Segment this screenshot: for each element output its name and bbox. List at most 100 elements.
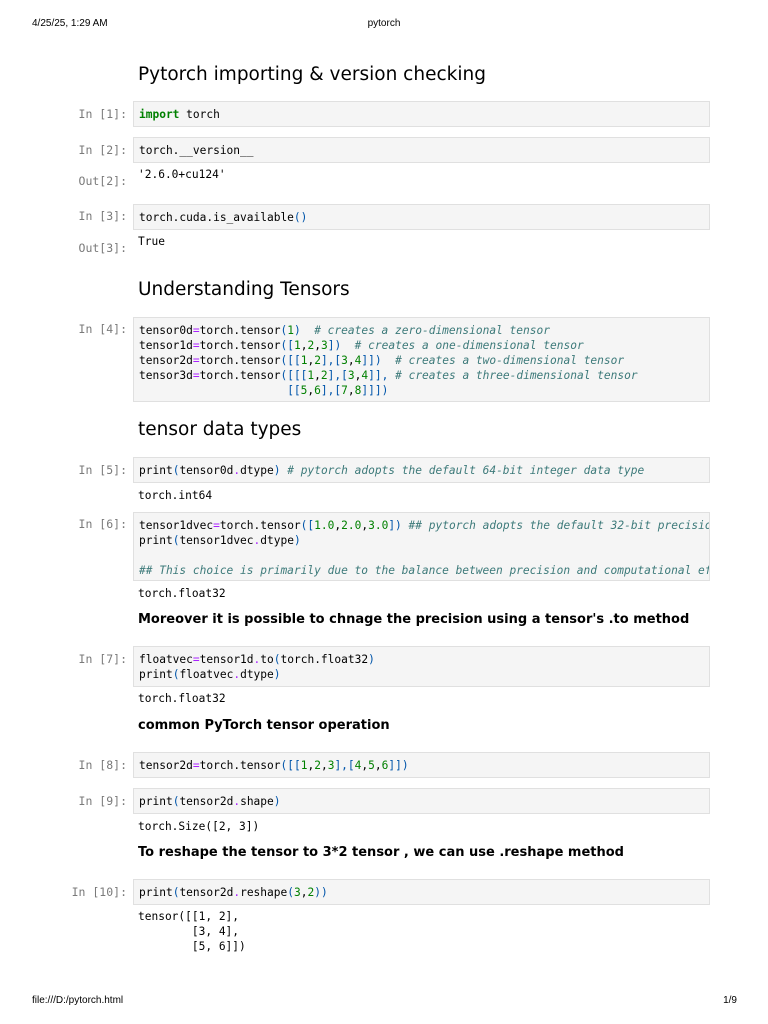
code-token: ]]) [388, 759, 409, 772]
code-token: ([[[ [280, 369, 308, 382]
code-token: tensor2d [139, 759, 193, 772]
code-comment: ## This choice is primarily due to the b… [139, 564, 710, 577]
code-comment: ## pytorch adopts the default 32-bit pre… [408, 519, 710, 532]
code-token: reshape [240, 886, 288, 899]
code-token: tensor1d [139, 339, 193, 352]
code-token: torch.tensor [199, 759, 281, 772]
code-cell[interactable]: print(tensor0d.dtype) # pytorch adopts t… [133, 457, 710, 483]
markdown-text: Moreover it is possible to chnage the pr… [138, 612, 690, 627]
code-cell[interactable]: print(tensor2d.reshape(3,2)) [133, 879, 710, 905]
code-token: to [260, 653, 274, 666]
code-token: dtype [240, 668, 274, 681]
code-token: , [347, 384, 355, 397]
code-token: tensor2d [139, 354, 193, 367]
code-token: ) [273, 464, 281, 477]
code-token: () [293, 211, 308, 224]
code-token: = [192, 324, 200, 337]
cell-output: torch.float32 [138, 587, 226, 600]
code-token: [[ [287, 384, 301, 397]
output-prompt: Out[2]: [78, 174, 127, 188]
code-token: ]], [368, 369, 389, 382]
input-prompt: In [2]: [78, 143, 127, 157]
code-token: torch.float32 [280, 653, 369, 666]
code-token: ([ [280, 339, 294, 352]
code-token: 1 [287, 324, 294, 337]
input-prompt: In [6]: [78, 517, 127, 531]
print-file-path: file:///D:/pytorch.html [32, 995, 124, 1006]
code-cell[interactable]: torch.cuda.is_available() [133, 204, 710, 230]
code-token: ],[ [320, 354, 342, 367]
code-token: print [139, 668, 173, 681]
code-token: 3 [341, 354, 348, 367]
code-token: 1 [293, 339, 301, 352]
cell-output: torch.float32 [138, 692, 226, 705]
code-token: 3 [293, 886, 301, 899]
code-token: , [320, 759, 328, 772]
code-comment: # creates a zero-dimensional tensor [314, 324, 550, 337]
code-token: ],[ [320, 384, 342, 397]
code-token: print [139, 464, 173, 477]
heading-tensors: Understanding Tensors [138, 279, 350, 300]
code-token: ) [293, 324, 301, 337]
code-token: torch.tensor [199, 369, 281, 382]
code-cell[interactable]: tensor1dvec=torch.tensor([1.0,2.0,3.0]) … [133, 512, 710, 581]
code-token: 2 [314, 759, 321, 772]
code-comment: # creates a one-dimensional tensor [354, 339, 584, 352]
input-prompt: In [10]: [71, 885, 127, 899]
cell-output: True [138, 235, 165, 248]
cell-output: torch.Size([2, 3]) [138, 820, 260, 833]
code-token: ) [293, 534, 301, 547]
code-cell[interactable]: print(tensor2d.shape) [133, 788, 710, 814]
code-token: = [192, 369, 200, 382]
code-token: = [192, 339, 200, 352]
heading-importing: Pytorch importing & version checking [138, 64, 486, 85]
print-footer: file:///D:/pytorch.html 1/9 [0, 995, 768, 1009]
code-token: torch.__version__ [139, 144, 254, 157]
code-token: tensor0d [139, 324, 193, 337]
code-token: ( [273, 653, 281, 666]
code-token: , [314, 339, 321, 352]
code-token: ([ [300, 519, 315, 532]
code-token: torch [179, 108, 220, 121]
code-cell[interactable]: tensor0d=torch.tensor(1) # creates a zer… [133, 317, 710, 402]
code-cell[interactable]: tensor2d=torch.tensor([[1,2,3],[4,5,6]]) [133, 752, 710, 778]
input-prompt: In [3]: [78, 209, 127, 223]
code-token: floatvec [179, 668, 234, 681]
code-token: ]]]) [361, 384, 389, 397]
code-token: 2 [320, 369, 328, 382]
code-token: torch.tensor [219, 519, 301, 532]
print-title: pytorch [367, 18, 401, 29]
print-page-number: 1/9 [723, 995, 737, 1006]
code-token: tensor1d [199, 653, 254, 666]
code-token: shape [240, 795, 274, 808]
code-token: ],[ [334, 759, 355, 772]
code-token: torch.cuda.is_available [139, 211, 294, 224]
code-token: , [374, 759, 382, 772]
code-cell[interactable]: import torch [133, 101, 710, 127]
heading-dtypes: tensor data types [138, 419, 302, 440]
code-token: tensor2d [179, 886, 234, 899]
code-token: 3.0 [368, 519, 389, 532]
code-token: 2.0 [341, 519, 362, 532]
code-token: torch.tensor [199, 324, 281, 337]
code-token: 3 [320, 339, 328, 352]
input-prompt: In [5]: [78, 463, 127, 477]
input-prompt: In [8]: [78, 758, 127, 772]
code-cell[interactable]: floatvec=tensor1d.to(torch.float32) prin… [133, 646, 710, 687]
code-token: print [139, 534, 173, 547]
code-token: ]) [388, 519, 402, 532]
code-comment: # creates a two-dimensional tensor [395, 354, 625, 367]
code-token: , [314, 369, 321, 382]
code-token: ([[ [280, 354, 301, 367]
code-token: tensor0d [179, 464, 234, 477]
code-token: print [139, 886, 173, 899]
code-token: print [139, 795, 173, 808]
output-prompt: Out[3]: [78, 241, 127, 255]
input-prompt: In [1]: [78, 107, 127, 121]
code-cell[interactable]: torch.__version__ [133, 137, 710, 163]
cell-output: '2.6.0+cu124' [138, 168, 226, 181]
code-token: )) [314, 886, 328, 899]
